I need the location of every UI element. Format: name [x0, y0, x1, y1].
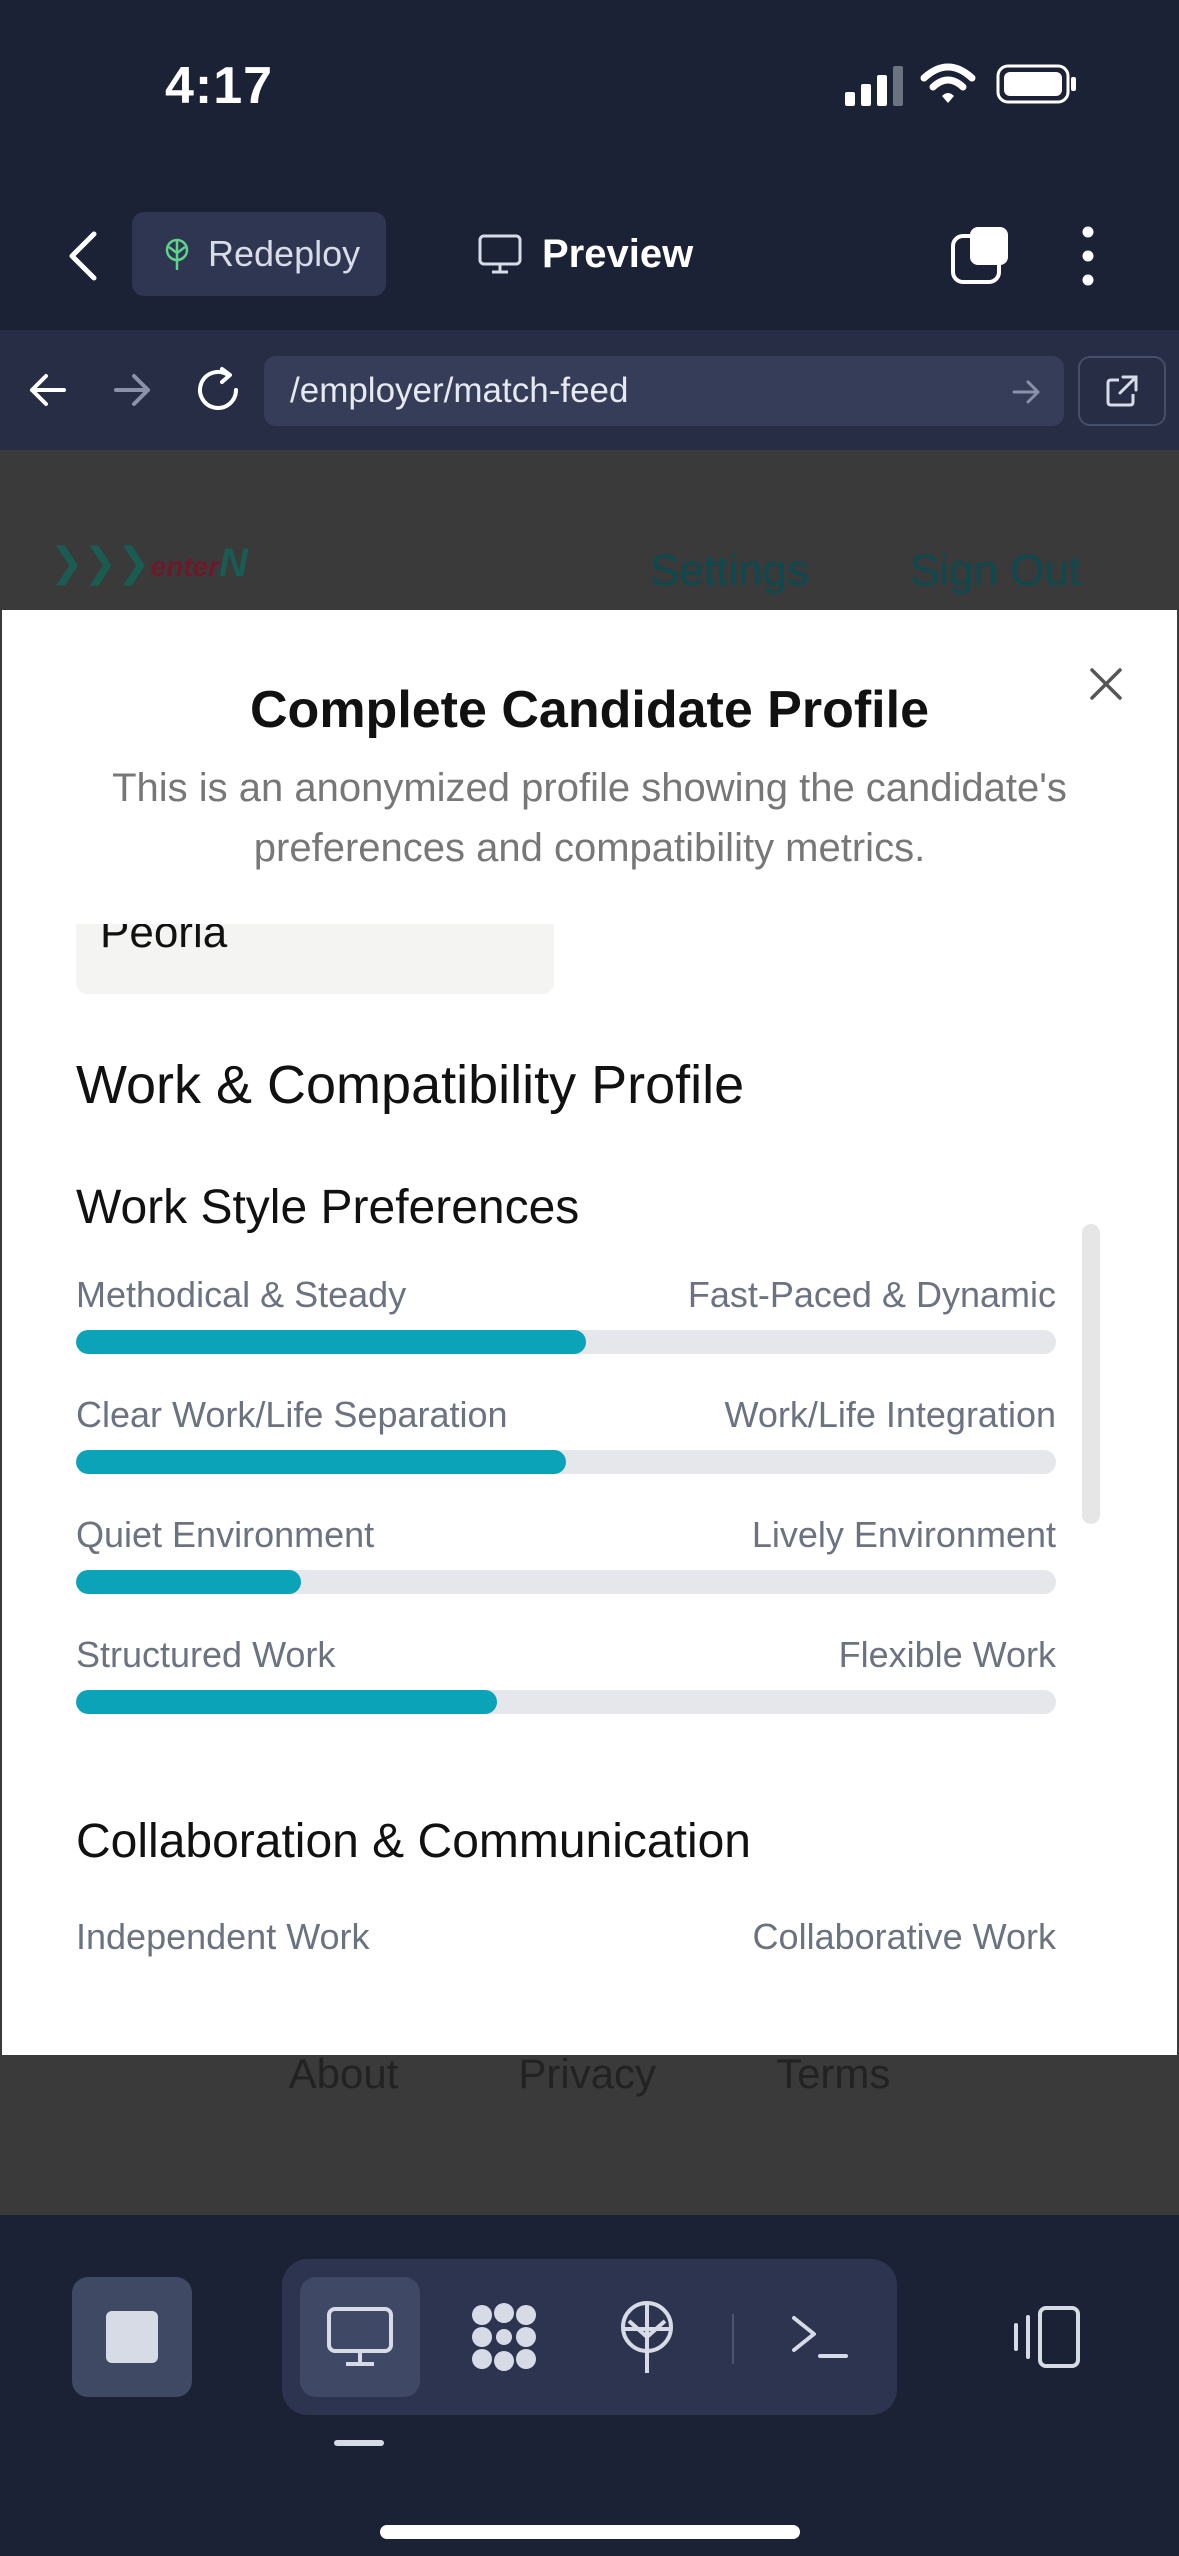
logo-text-a: enter	[150, 551, 220, 582]
external-link-icon	[1106, 375, 1138, 407]
preference-slider: Clear Work/Life Separation Work/Life Int…	[76, 1394, 1056, 1484]
stop-icon	[106, 2311, 158, 2363]
footer-link-privacy[interactable]: Privacy	[518, 2050, 656, 2098]
stop-button[interactable]	[72, 2277, 192, 2397]
slider-right-label: Lively Environment	[751, 1514, 1056, 1555]
more-options-icon[interactable]	[1070, 224, 1106, 288]
slider-right-label: Collaborative Work	[752, 1916, 1056, 1957]
app-header: Redeploy Preview	[0, 200, 1179, 310]
slider-fill	[76, 1690, 498, 1714]
device-toggle-icon[interactable]	[1010, 2305, 1082, 2369]
monitor-icon	[327, 2307, 393, 2366]
preference-slider: Quiet Environment Lively Environment	[76, 1514, 1056, 1604]
tool-shell[interactable]	[760, 2277, 880, 2397]
slider-right-label: Fast-Paced & Dynamic	[687, 1274, 1056, 1315]
monitor-icon	[478, 234, 522, 274]
arrow-left-icon[interactable]	[24, 366, 72, 414]
bottom-toolbar	[0, 2215, 1179, 2556]
modal-title: Complete Candidate Profile	[250, 681, 929, 739]
tool-agent[interactable]	[444, 2277, 564, 2397]
deploy-icon	[165, 238, 189, 270]
slider-right-label: Flexible Work	[838, 1634, 1056, 1675]
slider-fill	[76, 1450, 566, 1474]
cellular-signal-icon	[845, 66, 903, 106]
redeploy-label: Redeploy	[208, 233, 361, 274]
tool-switcher	[282, 2259, 897, 2415]
logo-text-b: N	[219, 541, 248, 585]
slider-track	[76, 1450, 1056, 1474]
url-text: /employer/match-feed	[290, 371, 629, 410]
slider-left-label: Clear Work/Life Separation	[76, 1394, 508, 1435]
preference-slider: Independent Work Collaborative Work	[76, 1916, 1056, 2006]
city-value: Peoria	[100, 924, 228, 957]
scrollbar-thumb[interactable]	[1082, 1224, 1100, 1524]
slider-left-label: Structured Work	[76, 1634, 336, 1675]
preference-slider: Methodical & Steady Fast-Paced & Dynamic	[76, 1274, 1056, 1364]
slider-track	[76, 1690, 1056, 1714]
preview-tab[interactable]: Preview	[478, 218, 693, 290]
slider-fill	[76, 1570, 302, 1594]
wifi-icon	[920, 63, 976, 103]
agent-icon	[472, 2303, 536, 2371]
url-input[interactable]: /employer/match-feed	[264, 356, 1064, 426]
footer-link-about[interactable]: About	[289, 2050, 399, 2098]
candidate-profile-modal: Complete Candidate Profile This is an an…	[2, 610, 1177, 2055]
slider-track	[76, 1570, 1056, 1594]
modal-description: This is an anonymized profile showing th…	[112, 766, 1067, 870]
footer-link-terms[interactable]: Terms	[776, 2050, 890, 2098]
status-time: 4:17	[165, 57, 274, 115]
tool-deployments[interactable]	[587, 2277, 707, 2397]
preview-label: Preview	[542, 231, 694, 276]
tool-divider	[732, 2314, 734, 2364]
work-style-title: Work Style Preferences	[76, 1181, 580, 1234]
modal-scroll-area[interactable]: Peoria Work & Compatibility Profile Work…	[2, 924, 1177, 2055]
preference-slider: Structured Work Flexible Work	[76, 1634, 1056, 1724]
slider-fill	[76, 1330, 586, 1354]
back-chevron-icon[interactable]	[62, 228, 106, 284]
slider-right-label: Work/Life Integration	[724, 1394, 1056, 1435]
browser-url-row: /employer/match-feed	[0, 330, 1179, 450]
footer-links: About Privacy Terms	[0, 2050, 1179, 2098]
active-tab-indicator	[334, 2440, 384, 2446]
compatibility-section-title: Work & Compatibility Profile	[76, 1055, 745, 1115]
site-logo: ❯❯❯enterN	[50, 541, 248, 585]
go-arrow-icon[interactable]	[1010, 376, 1042, 408]
city-field: Peoria	[76, 924, 554, 994]
collaboration-title: Collaboration & Communication	[76, 1815, 751, 1868]
nav-sign-out-link[interactable]: Sign Out	[910, 546, 1081, 596]
nav-settings-link[interactable]: Settings	[650, 546, 809, 596]
terminal-icon	[792, 2316, 848, 2358]
open-external-button[interactable]	[1078, 356, 1166, 426]
slider-left-label: Methodical & Steady	[76, 1274, 407, 1315]
reload-icon[interactable]	[192, 364, 244, 416]
slider-left-label: Quiet Environment	[76, 1514, 375, 1555]
tabs-icon[interactable]	[950, 224, 1012, 286]
home-indicator	[380, 2525, 800, 2539]
battery-icon	[996, 64, 1076, 104]
deploy-icon	[621, 2301, 673, 2373]
slider-left-label: Independent Work	[76, 1916, 370, 1957]
redeploy-button[interactable]: Redeploy	[132, 212, 386, 296]
arrow-right-icon[interactable]	[108, 366, 156, 414]
tool-preview[interactable]	[300, 2277, 420, 2397]
status-bar: 4:17	[0, 0, 1179, 180]
slider-track	[76, 1330, 1056, 1354]
